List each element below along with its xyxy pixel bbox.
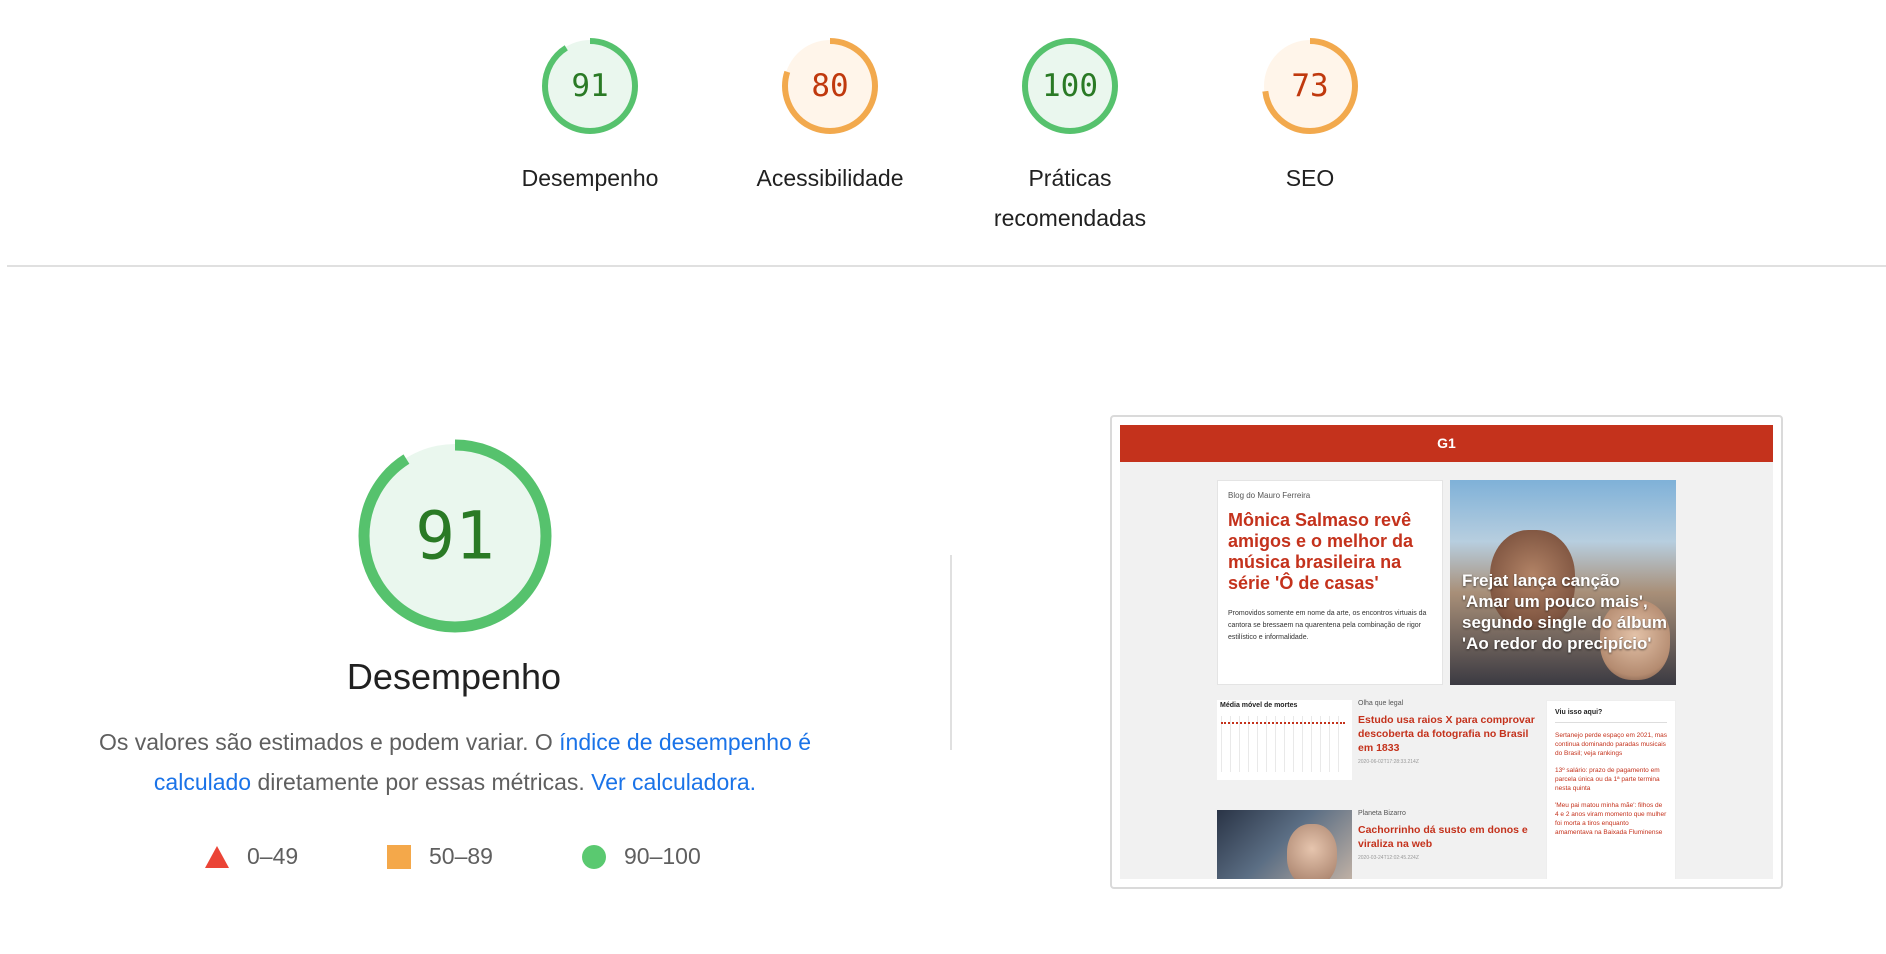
mini-chart: Média móvel de mortes	[1217, 700, 1352, 780]
gauge-label: Acessibilidade	[756, 165, 904, 191]
main-gauge: 91	[355, 436, 555, 641]
article-kicker: Blog do Mauro Ferreira	[1228, 491, 1311, 500]
vertical-divider	[950, 555, 952, 750]
mini-chart-grid	[1221, 716, 1345, 772]
sidebar-item: 'Meu pai matou minha mãe': filhos de 4 e…	[1555, 802, 1667, 836]
article-summary: Promovidos somente em nome da arte, os e…	[1228, 610, 1427, 641]
site-logo: G1	[1437, 435, 1456, 451]
gauge-ring: 91	[542, 38, 638, 134]
mini-chart-line	[1221, 722, 1345, 725]
sidebar-item: 13º salário: prazo de pagamento em parce…	[1555, 767, 1660, 792]
news-date: 2020-03-24T12:02:45.224Z	[1358, 855, 1419, 861]
gauge-ring: 100	[1022, 38, 1118, 134]
gauge-score: 80	[811, 68, 848, 104]
news-kicker: Olha que legal	[1358, 700, 1404, 707]
score-gauges: 91 Desempenho 80 Acessibilidade 100 Prát…	[0, 0, 1886, 265]
gauge-score: 91	[571, 68, 608, 104]
gauge-ring: 80	[782, 38, 878, 134]
mini-chart-title: Média móvel de mortes	[1220, 702, 1298, 709]
legend-label: 0–49	[247, 843, 299, 869]
news-item: Planeta Bizarro Cachorrinho dá susto em …	[1358, 810, 1538, 861]
legend-item-average: 50–89	[387, 843, 493, 870]
photo-headline: Frejat lança canção 'Amar um pouco mais'…	[1462, 571, 1667, 653]
main-title: Desempenho	[346, 656, 562, 697]
gauge-seo[interactable]: 73 SEO	[1215, 36, 1405, 198]
news-headline: Estudo usa raios X para comprovar descob…	[1358, 714, 1535, 754]
score-description: Os valores são estimados e podem variar.…	[55, 722, 855, 802]
gauge-label: SEO	[1285, 165, 1335, 191]
gauge-score: 73	[1291, 68, 1328, 104]
circle-icon	[582, 844, 606, 869]
main-gauge-ring: 91	[358, 439, 552, 633]
featured-article: Blog do Mauro Ferreira Mônica Salmaso re…	[1217, 480, 1443, 685]
calculator-link[interactable]: Ver calculadora.	[591, 769, 756, 795]
screenshot-content: G1 Blog do Mauro Ferreira Mônica Salmaso…	[1120, 425, 1773, 879]
sidebar-box: Viu isso aqui? Sertanejo perde espaço em…	[1546, 700, 1676, 879]
main-score: 91	[415, 498, 494, 575]
news-date: 2020-06-02T17:28:33.214Z	[1358, 759, 1419, 765]
legend-label: 90–100	[624, 843, 701, 869]
legend-item-pass: 90–100	[582, 843, 701, 870]
page-screenshot[interactable]: G1 Blog do Mauro Ferreira Mônica Salmaso…	[1110, 415, 1783, 889]
desc-text-2: diretamente por essas métricas.	[251, 769, 592, 795]
gauge-best-practices[interactable]: 100 Práticas recomendadas	[975, 36, 1165, 238]
gauge-ring: 73	[1262, 38, 1358, 134]
article-headline: Mônica Salmaso revê amigos e o melhor da…	[1228, 510, 1414, 593]
gauge-score: 100	[1042, 68, 1098, 104]
gauge-accessibility[interactable]: 80 Acessibilidade	[735, 36, 925, 198]
gauge-label: Práticas recomendadas	[993, 165, 1147, 231]
gauge-performance[interactable]: 91 Desempenho	[495, 36, 685, 198]
photo-article: Frejat lança canção 'Amar um pouco mais'…	[1450, 480, 1676, 685]
photo-person	[1287, 824, 1337, 879]
desc-text: Os valores são estimados e podem variar.…	[98, 729, 560, 755]
news-item: Olha que legal Estudo usa raios X para c…	[1358, 700, 1538, 765]
section-divider	[7, 265, 1886, 267]
site-header: G1	[1120, 425, 1773, 462]
news-photo	[1217, 810, 1352, 879]
news-kicker: Planeta Bizarro	[1358, 810, 1406, 817]
legend-item-fail: 0–49	[205, 843, 298, 870]
sidebar-item: Sertanejo perde espaço em 2021, mas cont…	[1555, 732, 1668, 757]
legend-label: 50–89	[429, 843, 493, 869]
news-headline: Cachorrinho dá susto em donos e viraliza…	[1358, 824, 1528, 850]
square-icon	[387, 844, 411, 869]
gauge-label: Desempenho	[521, 165, 659, 191]
triangle-icon	[205, 845, 229, 868]
sidebar-title: Viu isso aqui?	[1555, 709, 1667, 723]
